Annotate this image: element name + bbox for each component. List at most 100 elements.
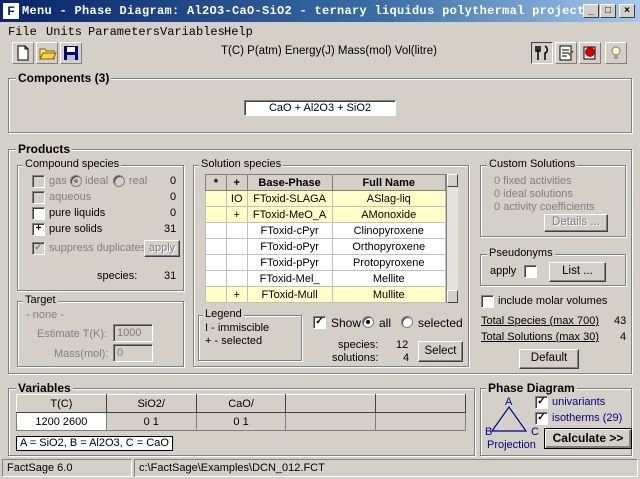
solution-row[interactable]: + FToxid-Mull Mullite [205,286,446,303]
isotherms-checkbox[interactable]: ✓ [535,412,548,425]
solution-full-cell[interactable]: Mullite [331,286,446,303]
menu-file[interactable]: File [8,25,37,39]
show-checkbox[interactable]: ✓ [313,316,326,329]
solution-star-cell[interactable] [205,222,227,239]
var-col-sio2[interactable]: SiO2/ [105,394,197,413]
solution-star-cell[interactable] [205,254,227,271]
solution-plus-cell[interactable] [225,270,248,287]
open-folder-icon[interactable] [36,42,58,64]
total-solutions-label[interactable]: Total Solutions (max 30) [481,331,599,343]
col-star[interactable]: * [205,174,227,191]
mass-input[interactable]: 0 [113,344,153,362]
details-button[interactable]: Details ... [544,214,608,232]
pseudonyms-apply-checkbox[interactable] [524,265,537,278]
solution-base-cell[interactable]: FToxid-Mull [246,286,333,303]
solution-full-cell[interactable]: AMonoxide [331,206,446,223]
solution-row[interactable]: FToxid-Mel_ Mellite [205,270,446,287]
solution-row[interactable]: + FToxid-MeO_A AMonoxide [205,206,446,223]
total-species-label[interactable]: Total Species (max 700) [481,315,599,327]
solution-star-cell[interactable] [205,270,227,287]
real-radio[interactable] [113,175,125,187]
pure-solids-checkbox[interactable]: + [32,223,45,236]
show-selected-radio[interactable] [401,316,413,328]
menu-units[interactable]: Units [46,25,82,39]
solution-plus-cell[interactable] [225,254,248,271]
aqueous-checkbox[interactable] [32,191,45,204]
maximize-icon[interactable]: □ [600,4,616,18]
col-base-phase[interactable]: Base-Phase [246,174,333,191]
list-button[interactable]: List ... [549,262,606,282]
var-value-sio2[interactable]: 0 1 [105,412,197,431]
col-full-name[interactable]: Full Name [331,174,446,191]
solution-star-cell[interactable] [205,286,227,303]
var-value-4[interactable] [285,412,377,431]
ideal-radio[interactable] [70,175,82,187]
legend-selected: + - selected [205,335,263,347]
solution-base-cell[interactable]: FToxid-SLAGA [246,190,333,207]
show-all-radio[interactable] [362,316,374,328]
menu-parameters[interactable]: Parameters [88,25,160,39]
notepad-icon[interactable] [555,42,577,64]
menu-variables[interactable]: Variables [160,25,225,39]
solution-row[interactable]: FToxid-oPyr Orthopyroxene [205,238,446,255]
var-col-tc[interactable]: T(C) [16,394,107,413]
lightbulb-icon[interactable] [605,42,627,64]
minimize-icon[interactable]: _ [583,4,599,18]
solution-star-cell[interactable] [205,190,227,207]
univariants-checkbox[interactable]: ✓ [535,396,548,409]
solution-row[interactable]: IO FToxid-SLAGA ASlag-liq [205,190,446,207]
solution-base-cell[interactable]: FToxid-Mel_ [246,270,333,287]
cutlery-icon[interactable] [531,42,553,64]
var-value-cao[interactable]: 0 1 [195,412,287,431]
solution-base-cell[interactable]: FToxid-pPyr [246,254,333,271]
variables-note: A = SiO2, B = Al2O3, C = CaO [16,436,173,451]
solution-base-cell[interactable]: FToxid-oPyr [246,238,333,255]
solution-base-cell[interactable]: FToxid-cPyr [246,222,333,239]
solution-full-cell[interactable]: Protopyroxene [331,254,446,271]
fixed-activities: 0 fixed activities [494,175,572,187]
var-value-tc[interactable]: 1200 2600 [16,412,107,431]
solution-plus-cell[interactable] [225,222,248,239]
solution-plus-cell[interactable] [225,238,248,255]
gas-count: 0 [170,175,177,187]
save-disk-icon[interactable] [60,42,82,64]
solution-full-cell[interactable]: Mellite [331,270,446,287]
estimate-input[interactable]: 1000 [113,324,153,342]
solution-full-cell[interactable]: Clinopyroxene [331,222,446,239]
solution-base-cell[interactable]: FToxid-MeO_A [246,206,333,223]
refresh-icon[interactable] [579,42,601,64]
variables-value-row: 1200 2600 0 1 0 1 [16,412,466,431]
solution-full-cell[interactable]: Orthopyroxene [331,238,446,255]
select-button[interactable]: Select [418,341,463,362]
solution-full-cell[interactable]: ASlag-liq [331,190,446,207]
gas-checkbox[interactable] [32,175,45,188]
var-col-4[interactable] [285,394,377,413]
close-icon[interactable]: × [619,4,635,18]
solution-star-cell[interactable] [205,238,227,255]
col-plus[interactable]: + [225,174,248,191]
solution-star-cell[interactable] [205,206,227,223]
total-solutions-value: 4 [620,331,627,343]
vertex-c: C [531,426,539,438]
solution-plus-cell[interactable]: + [225,286,248,303]
solution-scrollbar[interactable] [446,174,458,303]
apply-button[interactable]: apply [144,240,180,257]
var-col-5[interactable] [375,394,466,413]
vertex-b: B [485,426,493,438]
solution-row[interactable]: FToxid-pPyr Protopyroxene [205,254,446,271]
solution-row[interactable]: FToxid-cPyr Clinopyroxene [205,222,446,239]
var-col-cao[interactable]: CaO/ [195,394,287,413]
show-all-label: all [379,316,392,330]
calculate-button[interactable]: Calculate >> [544,428,632,449]
menu-bar: File Units Parameters Variables Help [0,22,640,40]
solution-plus-cell[interactable]: IO [225,190,248,207]
pure-liquids-checkbox[interactable] [32,207,45,220]
default-button[interactable]: Default [519,349,579,369]
var-value-5[interactable] [375,412,466,431]
suppress-duplicates-checkbox[interactable]: ✓ [32,242,45,255]
molar-volumes-checkbox[interactable] [481,295,494,308]
app-icon[interactable]: F [3,3,19,19]
solution-plus-cell[interactable]: + [225,206,248,223]
menu-help[interactable]: Help [224,25,253,39]
new-document-icon[interactable] [12,42,34,64]
